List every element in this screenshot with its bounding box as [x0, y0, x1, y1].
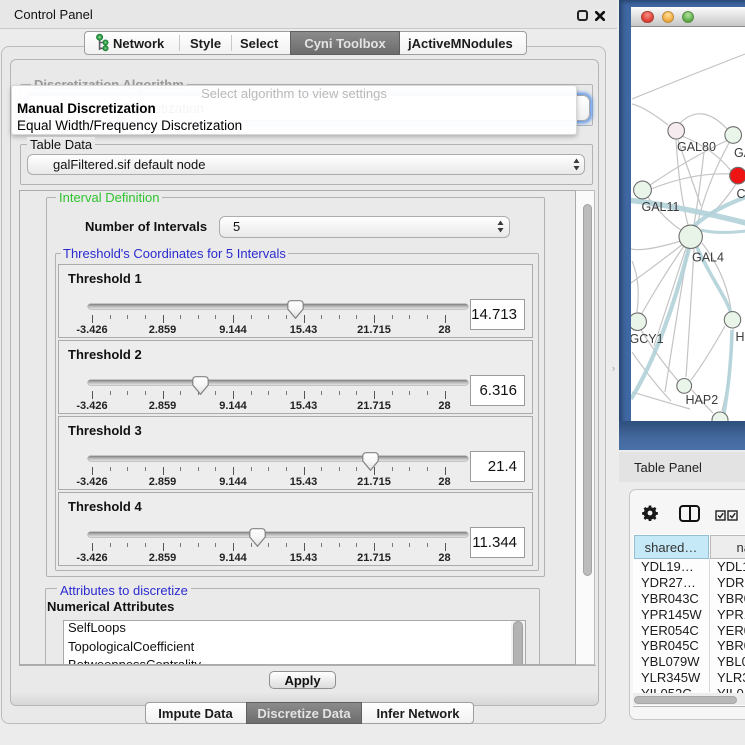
svg-text:C: C [737, 187, 745, 201]
svg-text:GAL4: GAL4 [692, 251, 724, 265]
svg-text:GAL11: GAL11 [642, 200, 680, 214]
svg-text:HAP2: HAP2 [686, 393, 719, 407]
svg-text:H: H [736, 330, 745, 344]
svg-text:GA: GA [734, 146, 745, 160]
svg-text:GCY1: GCY1 [631, 332, 664, 346]
svg-text:GAL80: GAL80 [677, 140, 716, 154]
